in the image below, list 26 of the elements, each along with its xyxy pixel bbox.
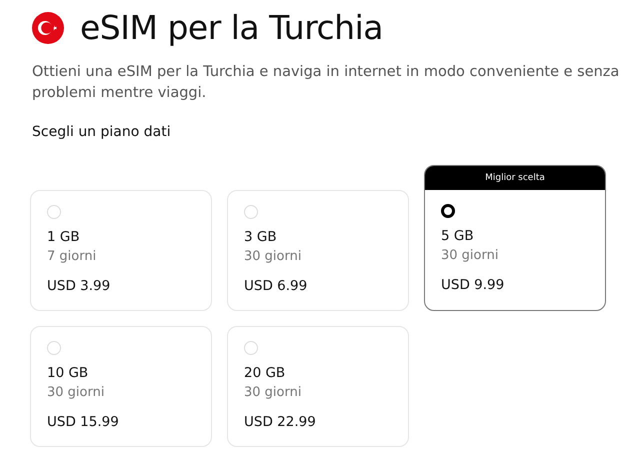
data-amount: 5 GB (441, 226, 475, 246)
plan-price: USD 3.99 (47, 277, 112, 296)
plan-card[interactable]: Miglior scelta 5 GB 30 giorni USD 9.99 (424, 164, 606, 311)
plan-duration: 30 giorni (441, 246, 500, 265)
plan-card[interactable]: 3 GB 30 giorni USD 6.99 (227, 190, 409, 311)
data-amount: 10 GB (47, 364, 90, 383)
description: Ottieni una eSIM per la Turchia e naviga in internet in modo conveniente e senza problemi mentre viaggi. (32, 62, 620, 103)
section-heading: Scegli un piano dati (32, 122, 172, 142)
data-amount: 3 GB (244, 228, 278, 247)
data-amount: 1 GB (47, 228, 81, 247)
plan-duration: 30 giorni (244, 248, 302, 266)
plan-price: USD 6.99 (244, 277, 308, 296)
page-title: eSIM per la Turchia (80, 8, 383, 48)
data-amount: 20 GB (244, 364, 286, 383)
flag-icon (32, 12, 64, 44)
plan-card[interactable]: 10 GB 30 giorni USD 15.99 (30, 326, 212, 447)
best-choice-banner: Miglior scelta (425, 166, 605, 190)
plan-card[interactable]: 20 GB 30 giorni USD 22.99 (227, 326, 409, 447)
plan-price: USD 9.99 (441, 276, 506, 296)
plan-price: USD 22.99 (244, 413, 317, 432)
plan-duration: 30 giorni (244, 384, 302, 402)
plan-duration: 30 giorni (47, 384, 106, 402)
plan-duration: 7 giorni (47, 248, 98, 266)
plan-card[interactable]: 1 GB 7 giorni USD 3.99 (30, 190, 212, 311)
radio-button[interactable] (441, 204, 455, 218)
plan-price: USD 15.99 (47, 413, 120, 432)
